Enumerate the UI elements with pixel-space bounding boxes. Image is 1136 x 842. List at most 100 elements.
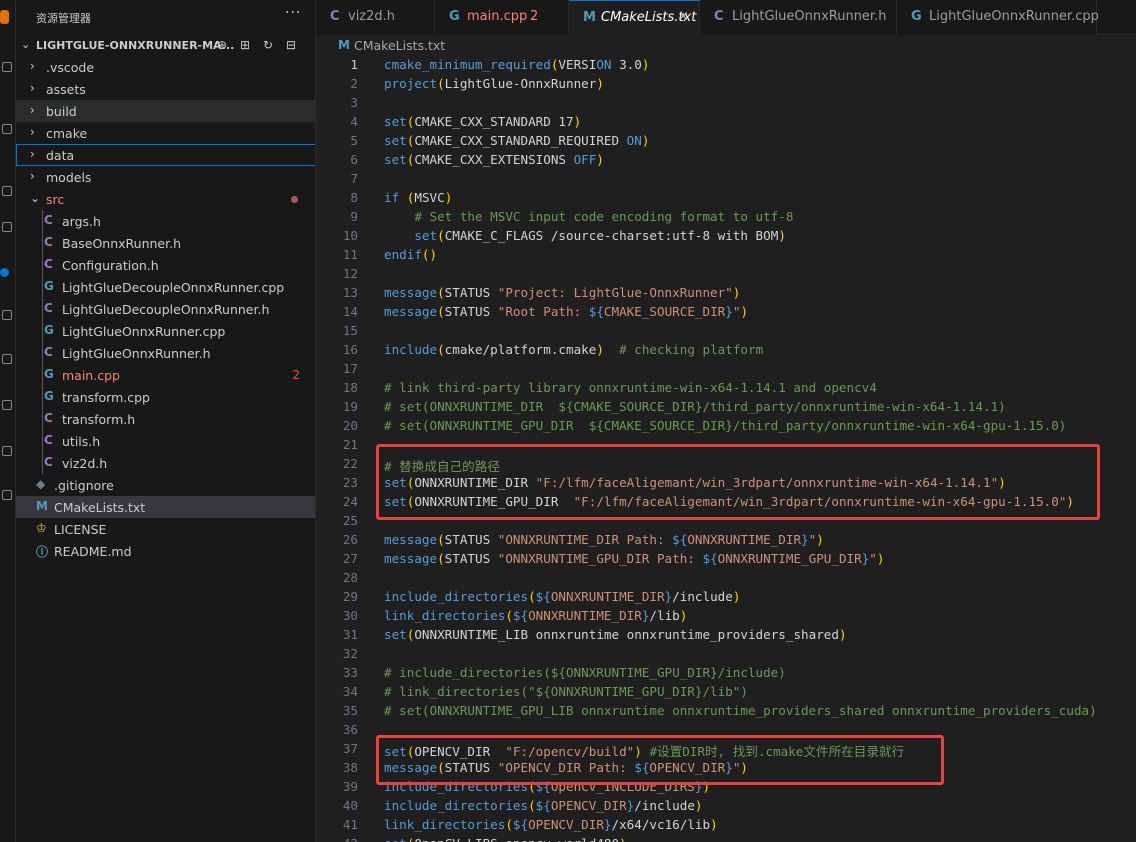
tree-item-data[interactable]: › data <box>16 144 315 166</box>
remote-icon[interactable] <box>2 310 12 320</box>
tree-item-build[interactable]: › build <box>16 100 315 122</box>
code-line[interactable]: 8 if (MSVC) <box>316 188 1136 207</box>
line-number: 26 <box>342 532 358 547</box>
tree-item-label: CMakeLists.txt <box>54 500 146 515</box>
run-debug-icon[interactable] <box>2 186 12 196</box>
code-line[interactable]: 16 include(cmake/platform.cmake) # checki… <box>316 340 1136 359</box>
code-line[interactable]: 31 set(ONNXRUNTIME_LIB onnxruntime onnxru… <box>316 625 1136 644</box>
code-line[interactable]: 13 message(STATUS "Project: LightGlue-Onn… <box>316 283 1136 302</box>
code-line[interactable]: 20 # set(ONNXRUNTIME_GPU_DIR ${CMAKE_SOUR… <box>316 416 1136 435</box>
cmake-icon[interactable] <box>2 400 12 410</box>
code-line[interactable]: 15 <box>316 321 1136 340</box>
tree-item-vscode[interactable]: › .vscode <box>16 56 315 78</box>
more-actions-icon[interactable]: ··· <box>285 5 301 21</box>
code-line[interactable]: 7 <box>316 169 1136 188</box>
tab-lightglueonnxrunner-h[interactable]: C LightGlueOnnxRunner.h <box>700 0 897 35</box>
cmake-file-icon: M <box>583 10 596 25</box>
tree-item-lightgluedecoupleonnxrunner-h[interactable]: C LightGlueDecoupleOnnxRunner.h <box>16 298 315 320</box>
code-line[interactable]: 3 <box>316 93 1136 112</box>
code-line[interactable]: 29 include_directories(${ONNXRUNTIME_DIR}… <box>316 587 1136 606</box>
breadcrumb-file[interactable]: CMakeLists.txt <box>354 38 445 53</box>
code-line[interactable]: 5 set(CMAKE_CXX_STANDARD_REQUIRED ON) <box>316 131 1136 150</box>
new-file-icon[interactable]: ⊕ <box>214 37 230 53</box>
close-icon[interactable]: × <box>678 9 689 24</box>
tab-viz2d-h[interactable]: Cviz2d.h <box>316 0 435 35</box>
code-line[interactable]: 26 message(STATUS "ONNXRUNTIME_DIR Path: … <box>316 530 1136 549</box>
code-line[interactable]: 27 message(STATUS "ONNXRUNTIME_GPU_DIR Pa… <box>316 549 1136 568</box>
code-line[interactable]: 11 endif() <box>316 245 1136 264</box>
tree-item-src[interactable]: ⌄ src <box>16 188 315 210</box>
tree-item-assets[interactable]: › assets <box>16 78 315 100</box>
timeline-icon[interactable] <box>2 446 12 456</box>
tree-item-readme-md[interactable]: ⓘ README.md <box>16 540 315 562</box>
tree-item-args-h[interactable]: Cargs.h <box>16 210 315 232</box>
code-line[interactable]: 30 link_directories(${ONNXRUNTIME_DIR}/li… <box>316 606 1136 625</box>
code-line[interactable]: 35 # set(ONNXRUNTIME_GPU_LIB onnxruntime … <box>316 701 1136 720</box>
c-header-icon: C <box>44 257 53 271</box>
tree-item-label: Configuration.h <box>62 258 159 273</box>
source-control-icon[interactable] <box>2 124 12 134</box>
refresh-icon[interactable]: ↻ <box>260 37 276 53</box>
code-line[interactable]: 19 # set(ONNXRUNTIME_DIR ${CMAKE_SOURCE_D… <box>316 397 1136 416</box>
cpp-file-icon: G <box>44 389 54 403</box>
file-tree: › .vscode › assets › build › cmake › data › models ⌄… <box>16 56 315 562</box>
code-line[interactable]: 10 set(CMAKE_C_FLAGS /source-charset:utf… <box>316 226 1136 245</box>
code-line[interactable]: 6 set(CMAKE_CXX_EXTENSIONS OFF) <box>316 150 1136 169</box>
explorer-icon[interactable] <box>0 10 9 24</box>
testing-icon[interactable] <box>2 354 12 364</box>
code-line[interactable]: 18 # link third-party library onnxruntime… <box>316 378 1136 397</box>
c-header-icon: C <box>44 301 53 315</box>
code-text: set(CMAKE_CXX_STANDARD_REQUIRED ON) <box>384 133 650 148</box>
line-number: 31 <box>342 627 358 642</box>
code-line[interactable]: 41 link_directories(${OPENCV_DIR}/x64/vc1… <box>316 815 1136 834</box>
tree-item-label: LightGlueOnnxRunner.cpp <box>62 324 226 339</box>
tree-item-license[interactable]: ♔ LICENSE <box>16 518 315 540</box>
line-number: 3 <box>350 95 358 110</box>
code-line[interactable]: 1 cmake_minimum_required(VERSION 3.0) <box>316 55 1136 74</box>
accounts-icon[interactable] <box>2 490 12 500</box>
tab-lightglueonnxrunner-cpp[interactable]: G LightGlueOnnxRunner.cpp <box>897 0 1099 35</box>
tree-item-cmake[interactable]: › cmake <box>16 122 315 144</box>
chevron-right-icon: › <box>30 81 35 95</box>
collapse-all-icon[interactable]: ⊟ <box>283 37 299 53</box>
code-line[interactable]: 17 <box>316 359 1136 378</box>
code-line[interactable]: 12 <box>316 264 1136 283</box>
line-number: 21 <box>342 437 358 452</box>
search-icon[interactable] <box>2 62 12 72</box>
new-folder-icon[interactable]: ⊞ <box>237 37 253 53</box>
tree-item-cmakelists-txt[interactable]: M CMakeLists.txt <box>16 496 315 518</box>
code-line[interactable]: 40 include_directories(${OPENCV_DIR}/incl… <box>316 796 1136 815</box>
line-number: 36 <box>342 722 358 737</box>
tree-item-gitignore[interactable]: ◆ .gitignore <box>16 474 315 496</box>
tree-item-utils-h[interactable]: Cutils.h <box>16 430 315 452</box>
tree-item-transform-h[interactable]: Ctransform.h <box>16 408 315 430</box>
code-line[interactable]: 28 <box>316 568 1136 587</box>
code-text: cmake_minimum_required(VERSION 3.0) <box>384 57 650 72</box>
code-line[interactable]: 4 set(CMAKE_CXX_STANDARD 17) <box>316 112 1136 131</box>
code-line[interactable]: 33 # include_directories(${ONNXRUNTIME_GP… <box>316 663 1136 682</box>
tree-item-configuration-h[interactable]: C Configuration.h <box>16 254 315 276</box>
tree-item-models[interactable]: › models <box>16 166 315 188</box>
code-line[interactable]: 2 project(LightGlue-OnnxRunner) <box>316 74 1136 93</box>
tree-item-transform-cpp[interactable]: Gtransform.cpp <box>16 386 315 408</box>
code-line[interactable]: 9 # Set the MSVC input code encoding for… <box>316 207 1136 226</box>
tree-item-lightglueonnxrunner-cpp[interactable]: G LightGlueOnnxRunner.cpp <box>16 320 315 342</box>
code-line[interactable]: 42 set(OpenCV_LIBS opencv_world480) <box>316 834 1136 842</box>
tree-item-baseonnxrunner-h[interactable]: C BaseOnnxRunner.h <box>16 232 315 254</box>
tab-cmakelists-txt[interactable]: M CMakeLists.txt × <box>569 0 700 35</box>
code-line[interactable]: 32 <box>316 644 1136 663</box>
tab-main-cpp[interactable]: Gmain.cpp 2 <box>435 0 569 35</box>
editor-area: Cviz2d.h Gmain.cpp 2 M CMakeLists.txt × C Light… <box>316 0 1136 842</box>
line-number: 40 <box>342 798 358 813</box>
tree-item-lightglueonnxrunner-h[interactable]: C LightGlueOnnxRunner.h <box>16 342 315 364</box>
code-text: project(LightGlue-OnnxRunner) <box>384 76 604 91</box>
extensions-icon[interactable] <box>2 222 12 232</box>
tree-item-viz2d-h[interactable]: Cviz2d.h <box>16 452 315 474</box>
tree-item-lightgluedecoupleonnxrunner-cpp[interactable]: G LightGlueDecoupleOnnxRunner.cpp <box>16 276 315 298</box>
tree-item-main-cpp[interactable]: Gmain.cpp 2 <box>16 364 315 386</box>
line-number: 42 <box>316 836 358 842</box>
code-text: message(STATUS "ONNXRUNTIME_GPU_DIR Path… <box>384 551 885 566</box>
code-line[interactable]: 14 message(STATUS "Root Path: ${CMAKE_SOU… <box>316 302 1136 321</box>
breadcrumb[interactable]: M CMakeLists.txt <box>316 35 1136 57</box>
code-line[interactable]: 34 # link_directories("${ONNXRUNTIME_GPU_… <box>316 682 1136 701</box>
